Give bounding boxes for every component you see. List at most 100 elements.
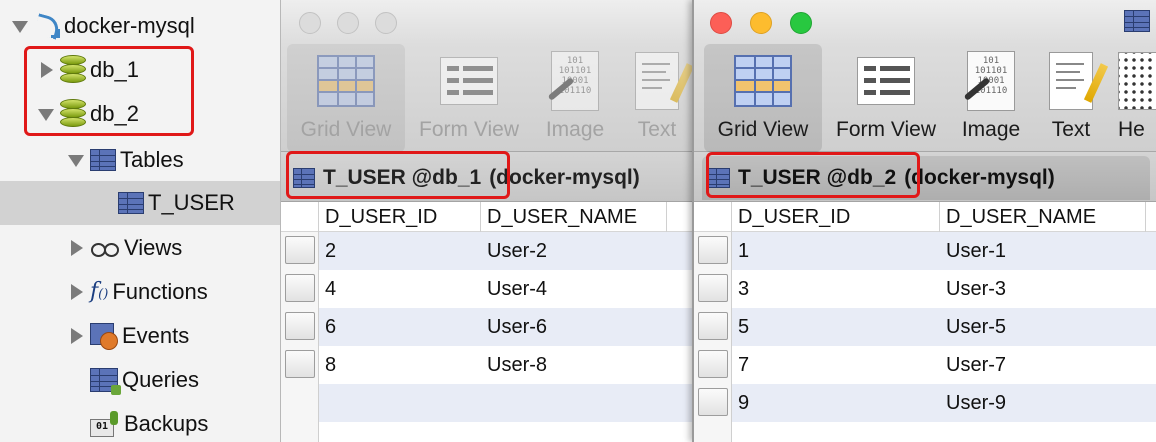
zoom-button[interactable] — [375, 12, 397, 34]
cell[interactable]: 6 — [319, 308, 336, 346]
text-button[interactable]: Text — [625, 44, 689, 152]
table-row[interactable]: 7 User-7 — [694, 346, 1156, 384]
tree-item-functions[interactable]: f() Functions — [0, 270, 280, 314]
table-row[interactable]: 2 User-2 — [281, 232, 692, 270]
table-icon — [118, 192, 144, 214]
row-selector[interactable] — [698, 388, 728, 416]
tab-t-user-db-2[interactable]: T_USER @db_2 (docker-mysql) — [702, 156, 1150, 200]
image-button[interactable]: 101 101101 10001 101110 Image — [533, 44, 617, 152]
table-row[interactable]: 4 User-4 — [281, 270, 692, 308]
grid-view-button[interactable]: Grid View — [287, 44, 405, 152]
disclosure-down-icon[interactable] — [12, 18, 28, 34]
events-icon — [90, 323, 118, 350]
tree-item-queries[interactable]: Queries — [0, 358, 280, 402]
cell[interactable]: User-1 — [940, 232, 1006, 270]
table-window-db-2: Grid View Form View 101 101101 10001 101110… — [692, 0, 1156, 442]
grid-header: D_USER_ID D_USER_NAME — [281, 202, 692, 232]
row-selector[interactable] — [285, 312, 315, 340]
disclosure-down-icon[interactable] — [68, 152, 84, 168]
row-selector[interactable] — [285, 274, 315, 302]
close-button[interactable] — [299, 12, 321, 34]
row-selector[interactable] — [285, 350, 315, 378]
column-header[interactable]: D_USER_NAME — [940, 202, 1146, 232]
row-selector[interactable] — [698, 274, 728, 302]
text-button[interactable]: Text — [1040, 44, 1102, 152]
cell[interactable]: User-8 — [481, 346, 547, 384]
data-grid: D_USER_ID D_USER_NAME 2 User-2 4 User-4 … — [281, 202, 692, 442]
cell[interactable]: User-4 — [481, 270, 547, 308]
close-button[interactable] — [710, 12, 732, 34]
database-label: db_1 — [90, 57, 139, 82]
cell[interactable]: User-7 — [940, 346, 1006, 384]
disclosure-right-icon[interactable] — [38, 62, 54, 78]
tree-item-views[interactable]: Views — [0, 226, 280, 270]
cell[interactable]: User-2 — [481, 232, 547, 270]
tree-item-events[interactable]: Events — [0, 314, 280, 358]
grid-header: D_USER_ID D_USER_NAME — [694, 202, 1156, 232]
tree-item-backups[interactable]: Backups — [0, 402, 280, 442]
image-button[interactable]: 101 101101 10001 101110 Image — [950, 44, 1032, 152]
table-row[interactable]: 5 User-5 — [694, 308, 1156, 346]
database-label: db_2 — [90, 101, 139, 126]
row-selector[interactable] — [698, 350, 728, 378]
window-titlebar[interactable] — [694, 0, 1156, 44]
window-titlebar[interactable] — [281, 0, 692, 44]
table-row[interactable]: 9 User-9 — [694, 384, 1156, 422]
row-selector[interactable] — [698, 312, 728, 340]
hex-button[interactable]: He — [1118, 44, 1156, 152]
form-view-icon — [857, 57, 915, 105]
row-selector[interactable] — [698, 236, 728, 264]
image-icon: 101 101101 10001 101110 — [551, 51, 599, 111]
cell[interactable]: 9 — [732, 384, 749, 422]
form-view-icon — [440, 57, 498, 105]
table-row[interactable]: 3 User-3 — [694, 270, 1156, 308]
zoom-button[interactable] — [790, 12, 812, 34]
cell[interactable]: User-9 — [940, 384, 1006, 422]
cell[interactable]: 4 — [319, 270, 336, 308]
hex-icon — [1118, 52, 1156, 110]
disclosure-right-icon[interactable] — [68, 284, 84, 300]
form-view-button[interactable]: Form View — [411, 44, 527, 152]
grid-view-icon — [317, 55, 375, 107]
cell[interactable]: 3 — [732, 270, 749, 308]
row-selector[interactable] — [285, 236, 315, 264]
cell[interactable]: 8 — [319, 346, 336, 384]
tab-t-user-db-1[interactable]: T_USER @db_1 (docker-mysql) — [287, 156, 640, 200]
cell[interactable]: 5 — [732, 308, 749, 346]
window-toolbar: Grid View Form View 101 101101 10001 101110… — [694, 44, 1156, 152]
views-label: Views — [124, 235, 183, 260]
cell[interactable]: 1 — [732, 232, 749, 270]
data-grid: D_USER_ID D_USER_NAME 1 User-1 3 User-3 … — [694, 202, 1156, 442]
disclosure-right-icon[interactable] — [68, 328, 84, 344]
tree-item-table-t-user[interactable]: T_USER — [0, 181, 280, 225]
disclosure-down-icon[interactable] — [38, 106, 54, 122]
column-header[interactable]: D_USER_ID — [732, 202, 940, 232]
window-proxy-table-icon — [1124, 10, 1150, 32]
table-icon — [293, 168, 315, 188]
minimize-button[interactable] — [750, 12, 772, 34]
tree-item-tables[interactable]: Tables — [0, 138, 280, 182]
cell[interactable]: User-3 — [940, 270, 1006, 308]
backups-icon — [90, 411, 120, 437]
form-view-button[interactable]: Form View — [828, 44, 944, 152]
disclosure-right-icon[interactable] — [68, 240, 84, 256]
table-row[interactable]: 1 User-1 — [694, 232, 1156, 270]
queries-label: Queries — [122, 367, 200, 392]
cell[interactable]: 7 — [732, 346, 749, 384]
table-row[interactable]: 8 User-8 — [281, 346, 692, 384]
backups-label: Backups — [124, 411, 209, 436]
grid-view-button[interactable]: Grid View — [704, 44, 822, 152]
tree-item-db-1[interactable]: db_1 — [0, 48, 280, 92]
window-toolbar: Grid View Form View 101 101101 10001 101110… — [281, 44, 692, 152]
image-icon: 101 101101 10001 101110 — [967, 51, 1015, 111]
table-row[interactable]: 6 User-6 — [281, 308, 692, 346]
tree-item-db-2[interactable]: db_2 — [0, 92, 280, 136]
column-header[interactable]: D_USER_ID — [319, 202, 481, 232]
column-header[interactable]: D_USER_NAME — [481, 202, 667, 232]
cell[interactable]: User-5 — [940, 308, 1006, 346]
tree-item-connection[interactable]: docker-mysql — [0, 4, 280, 48]
cell[interactable]: User-6 — [481, 308, 547, 346]
cell[interactable]: 2 — [319, 232, 336, 270]
functions-icon: f() — [90, 279, 109, 304]
minimize-button[interactable] — [337, 12, 359, 34]
